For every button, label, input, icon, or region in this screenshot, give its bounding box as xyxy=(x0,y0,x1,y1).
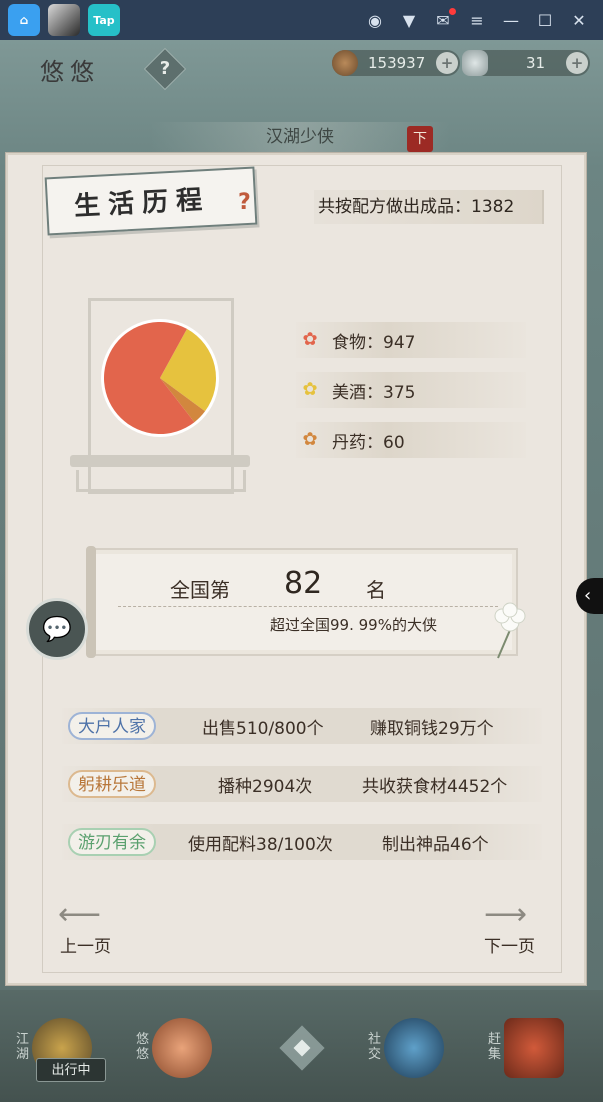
achievement-farming-a: 播种2904次 xyxy=(218,777,313,797)
market-basket-icon xyxy=(504,1018,564,1078)
achievement-wealth-a: 出售510/800个 xyxy=(202,719,324,739)
mail-icon[interactable]: ✉ xyxy=(433,8,456,30)
tag-hook-icon: ? xyxy=(238,190,251,215)
emulator-toolbar: ⌂ Tap ◉ ▼ ✉ ≡ — ☐ ✕ xyxy=(0,0,603,40)
coin-counter: 153937 + xyxy=(332,50,460,76)
achievement-skill-b: 制出神品46个 xyxy=(382,835,489,855)
legend-wine: ✿ 美酒：375 xyxy=(296,372,526,408)
achievement-tag-skill: 游刃有余 xyxy=(68,828,156,856)
notification-dot xyxy=(449,8,456,15)
menu-icon[interactable]: ≡ xyxy=(467,10,487,30)
help-button[interactable]: ? xyxy=(143,47,187,91)
scroll-roll xyxy=(86,546,96,658)
legend-food: ✿ 食物：947 xyxy=(296,322,526,358)
rank-description: 超过全国99. 99%的大侠 xyxy=(270,616,437,634)
elixir-flower-icon: ✿ xyxy=(302,429,318,450)
sub-tab-badge: 下 xyxy=(407,126,433,152)
achievement-farming-b: 共收获食材4452个 xyxy=(362,777,508,797)
tap-app-label: Tap xyxy=(93,13,115,27)
help-icon: ? xyxy=(159,58,171,79)
home-icon[interactable]: ⌂ xyxy=(8,4,40,36)
tap-app-icon[interactable]: Tap xyxy=(88,4,120,36)
coin-icon xyxy=(332,50,358,76)
silver-counter: 31 + xyxy=(462,50,590,76)
rank-number: 82 xyxy=(284,566,323,601)
legend-wine-label: 美酒：375 xyxy=(332,382,416,403)
nav-social[interactable]: 社交 xyxy=(368,1012,452,1088)
pie-stand xyxy=(70,455,250,467)
social-icon xyxy=(384,1018,444,1078)
achievement-row-skill: 游刃有余 使用配料38/100次 制出神品46个 xyxy=(62,824,542,860)
achievement-tag-wealth: 大户人家 xyxy=(68,712,156,740)
hud: 悠悠 ? 153937 + 31 + xyxy=(0,40,603,110)
legend-elixir-label: 丹药：60 xyxy=(332,432,405,453)
nav-youyou[interactable]: 悠悠 xyxy=(136,1012,220,1088)
section-title: 生活历程 xyxy=(73,184,211,223)
pie-stand-base xyxy=(76,470,246,492)
chat-icon: 💬 xyxy=(42,615,72,643)
shirt-icon[interactable]: ▼ xyxy=(399,10,419,30)
achievement-row-wealth: 大户人家 出售510/800个 赚取铜钱29万个 xyxy=(62,708,542,744)
silver-value: 31 xyxy=(526,54,546,72)
silver-icon xyxy=(462,50,488,76)
add-silver-button[interactable]: + xyxy=(566,52,588,74)
achievement-row-farming: 躬耕乐道 播种2904次 共收获食材4452个 xyxy=(62,766,542,802)
add-coins-button[interactable]: + xyxy=(436,52,458,74)
chat-button[interactable]: 💬 xyxy=(26,598,88,660)
traveling-badge: 出行中 xyxy=(36,1058,106,1082)
pie-chart xyxy=(101,319,219,437)
account-icon[interactable]: ◉ xyxy=(365,10,385,30)
achievement-tag-farming: 躬耕乐道 xyxy=(68,770,156,798)
prev-page-button[interactable]: 上一页 xyxy=(60,932,111,957)
youyou-icon xyxy=(152,1018,212,1078)
achievement-skill-a: 使用配料38/100次 xyxy=(188,835,333,855)
minimize-icon[interactable]: — xyxy=(501,10,521,30)
nav-market[interactable]: 赶集 xyxy=(488,1012,572,1088)
rank-divider xyxy=(118,606,498,607)
chevron-left-icon: ‹ xyxy=(584,585,592,606)
rank-scroll xyxy=(90,548,518,656)
rank-suffix: 名 xyxy=(366,578,386,602)
flower-icon xyxy=(494,602,526,659)
next-page-button[interactable]: 下一页 xyxy=(484,932,535,957)
game-app-icon[interactable] xyxy=(48,4,80,36)
wine-flower-icon: ✿ xyxy=(302,379,318,400)
maximize-icon[interactable]: ☐ xyxy=(535,10,555,30)
prev-page-arrow-icon[interactable]: ⟵ xyxy=(58,900,118,930)
achievement-wealth-b: 赚取铜钱29万个 xyxy=(370,719,494,739)
food-flower-icon: ✿ xyxy=(302,329,318,350)
close-icon[interactable]: ✕ xyxy=(569,10,589,30)
next-page-arrow-icon[interactable]: ⟶ xyxy=(484,900,544,930)
coin-value: 153937 xyxy=(368,54,426,72)
rank-prefix: 全国第 xyxy=(170,578,230,602)
sub-tab-title[interactable]: 汉湖少侠 xyxy=(150,122,450,152)
section-tag: 生活历程 xyxy=(44,166,258,236)
legend-food-label: 食物：947 xyxy=(332,332,416,353)
legend-elixir: ✿ 丹药：60 xyxy=(296,422,526,458)
total-made-label: 共按配方做出成品：1382 xyxy=(314,190,544,224)
page-title: 悠悠 xyxy=(40,58,100,86)
